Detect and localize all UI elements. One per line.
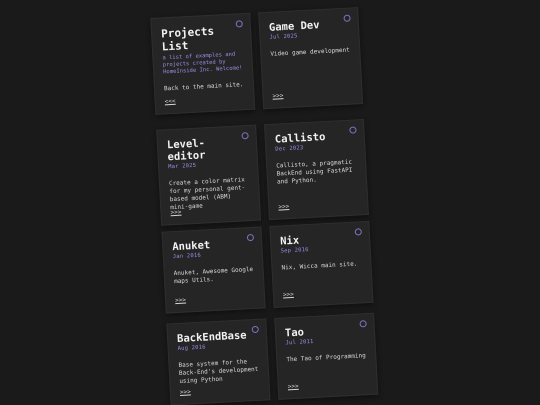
project-link[interactable]: >>> — [288, 383, 299, 391]
project-link[interactable]: >>> — [170, 209, 181, 217]
intro-card: Projects List a list of examples and pro… — [150, 12, 256, 115]
page-stage: Projects List a list of examples and pro… — [0, 0, 540, 405]
project-description: Callisto, a pragmatic BackEnd using Fast… — [276, 158, 353, 186]
project-description: Anuket, Awesome Google maps Utils. — [173, 265, 254, 286]
project-link[interactable]: >>> — [283, 291, 294, 299]
project-link[interactable]: >>> — [278, 203, 289, 211]
project-card-game-dev: Game Dev Jul 2025 Video game development… — [258, 7, 364, 110]
project-card-anuket: Anuket Jan 2016 Anuket, Awesome Google m… — [161, 226, 266, 314]
intro-tagline: a list of examples and projects created … — [162, 51, 243, 76]
back-link[interactable]: <<< — [165, 98, 176, 106]
project-title: Level-editor — [166, 137, 206, 164]
project-link[interactable]: >>> — [272, 92, 283, 100]
back-text: Back to the main site. — [163, 81, 244, 93]
project-link[interactable]: >>> — [175, 297, 186, 305]
project-description: Nix, Wicca main site. — [281, 260, 358, 272]
project-description: Base system for the Back-End's developme… — [178, 358, 259, 385]
project-grid: Projects List a list of examples and pro… — [0, 0, 540, 405]
project-card-nix: Nix Sep 2016 Nix, Wicca main site. >>> — [269, 220, 374, 308]
project-description: Video game development — [270, 46, 350, 58]
project-description: Create a color matrix for my personal ge… — [168, 176, 246, 212]
project-card-tao: Tao Jul 2011 The Tao of Programming >>> — [274, 312, 379, 400]
project-card-callisto: Callisto Dec 2023 Callisto, a pragmatic … — [264, 118, 369, 221]
project-description: The Tao of Programming — [286, 352, 366, 364]
project-card-level-editor: Level-editor Mar 2025 Create a color mat… — [156, 124, 262, 226]
project-link[interactable]: >>> — [180, 388, 191, 396]
page-title: Projects List — [160, 24, 215, 54]
project-card-backendbase: BackEndBase Aug 2016 Base system for the… — [166, 318, 271, 405]
